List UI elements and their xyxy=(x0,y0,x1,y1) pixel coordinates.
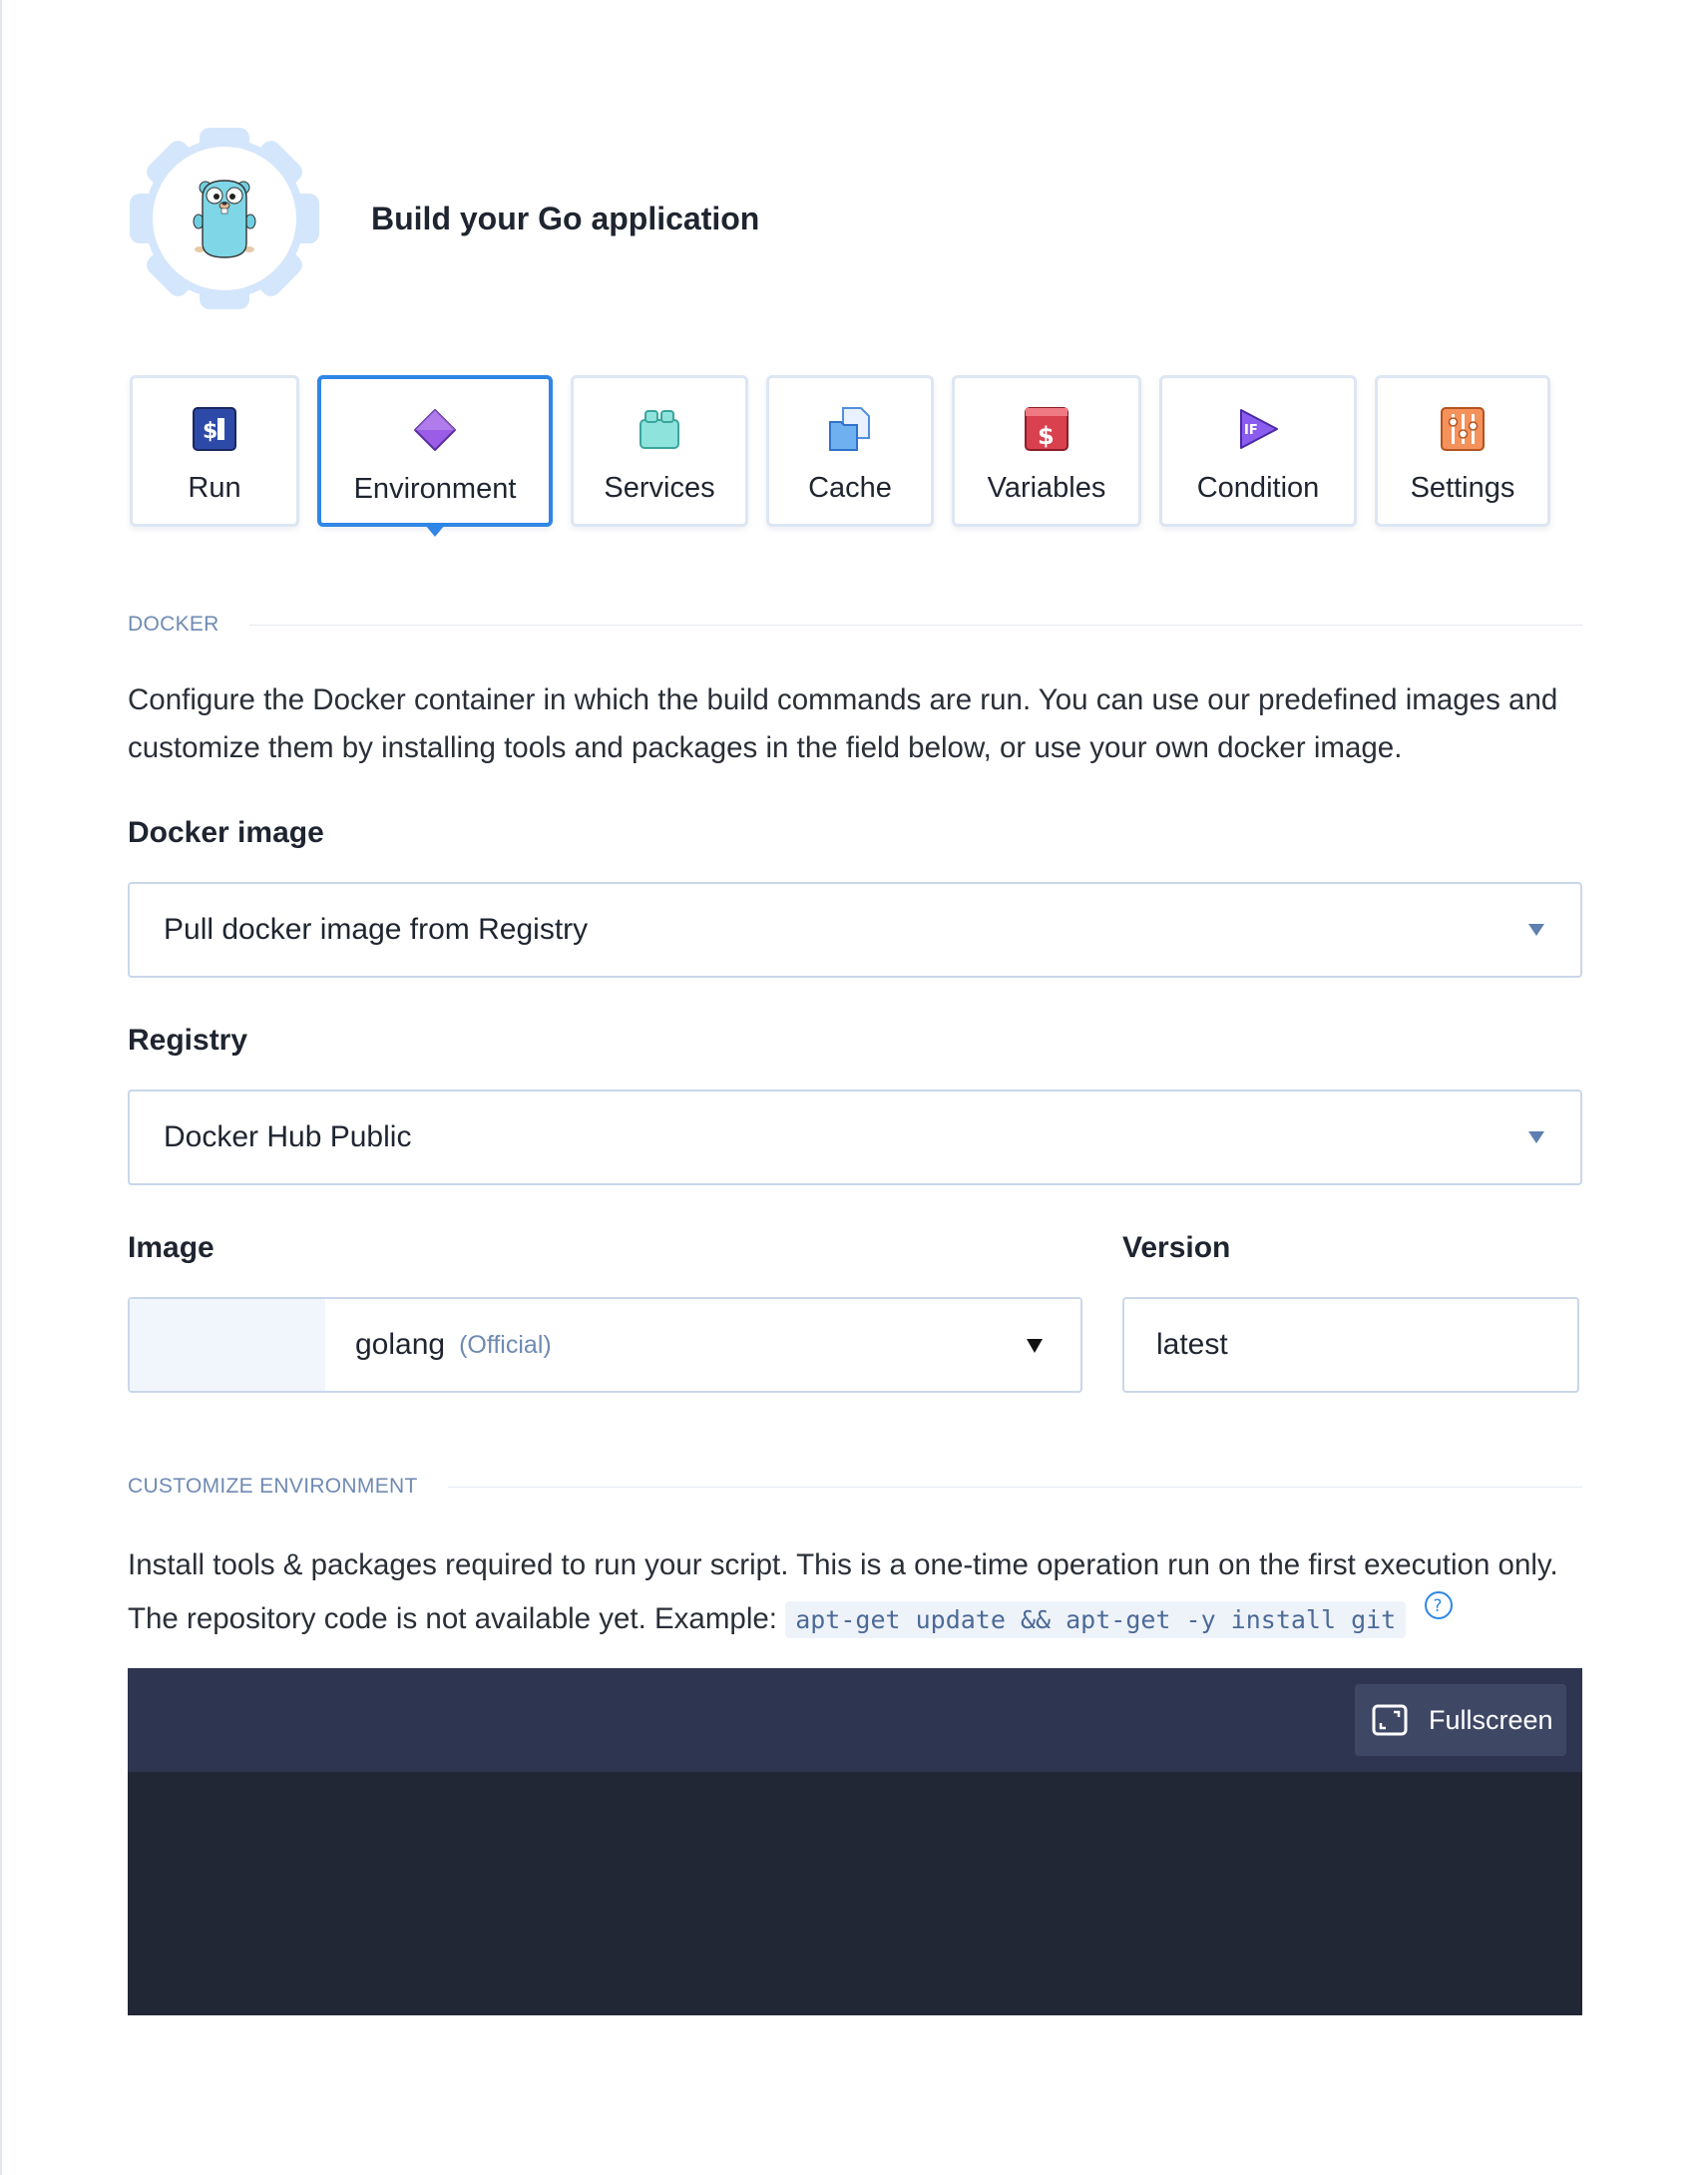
cache-files-icon xyxy=(827,406,873,452)
left-frame-border xyxy=(0,0,2,2175)
run-terminal-icon: $ xyxy=(192,406,237,452)
image-value: golang xyxy=(355,1328,446,1361)
services-blocks-icon xyxy=(637,406,682,452)
dropdown-arrow-icon xyxy=(1027,1339,1043,1353)
image-thumbnail xyxy=(130,1299,325,1391)
version-value: latest xyxy=(1156,1328,1228,1361)
variables-dollar-icon: $ xyxy=(1024,406,1069,452)
svg-text:$: $ xyxy=(1038,422,1055,450)
svg-text:?: ? xyxy=(1434,1596,1443,1616)
customize-description: Install tools & packages required to run… xyxy=(128,1538,1594,1647)
environment-script-editor[interactable]: Fullscreen xyxy=(128,1668,1582,2015)
version-label: Version xyxy=(1122,1231,1231,1264)
customize-section-header: CUSTOMIZE ENVIRONMENT xyxy=(128,1475,1582,1499)
tab-settings[interactable]: Settings xyxy=(1375,375,1550,527)
svg-text:IF: IF xyxy=(1244,423,1258,438)
fullscreen-button[interactable]: Fullscreen xyxy=(1355,1684,1566,1756)
docker-image-label: Docker image xyxy=(128,816,324,849)
tab-condition[interactable]: IF Condition xyxy=(1159,375,1357,527)
docker-image-value: Pull docker image from Registry xyxy=(164,913,589,946)
page-title: Build your Go application xyxy=(371,200,760,236)
docker-section-header: DOCKER xyxy=(128,613,1582,637)
help-question-icon[interactable]: ? xyxy=(1424,1584,1454,1619)
image-label: Image xyxy=(128,1231,214,1264)
example-code: apt-get update && apt-get -y install git xyxy=(785,1601,1407,1638)
tab-variables[interactable]: $ Variables xyxy=(952,375,1141,527)
section-divider xyxy=(447,1486,1582,1488)
registry-value: Docker Hub Public xyxy=(164,1120,412,1153)
image-select[interactable]: golang (Official) xyxy=(128,1297,1082,1393)
section-divider xyxy=(248,624,1582,626)
chevron-down-icon xyxy=(1528,924,1544,936)
registry-select[interactable]: Docker Hub Public xyxy=(128,1089,1582,1185)
pipeline-action-header: Build your Go application xyxy=(128,126,759,311)
version-input[interactable]: latest xyxy=(1122,1297,1579,1393)
fullscreen-label: Fullscreen xyxy=(1429,1704,1553,1735)
tab-cache[interactable]: Cache xyxy=(766,375,934,527)
svg-text:$: $ xyxy=(203,419,217,444)
settings-sliders-icon xyxy=(1440,406,1486,452)
tab-run[interactable]: $ Run xyxy=(130,375,299,527)
customize-description-line2: The repository code is not available yet… xyxy=(128,1591,1594,1647)
fullscreen-icon xyxy=(1372,1704,1408,1736)
registry-label: Registry xyxy=(128,1024,248,1057)
tab-services[interactable]: Services xyxy=(571,375,748,527)
editor-toolbar: Fullscreen xyxy=(128,1668,1582,1772)
condition-if-icon: IF xyxy=(1235,406,1281,452)
image-official-tag: (Official) xyxy=(459,1330,552,1359)
environment-diamond-icon xyxy=(412,407,458,453)
action-tabs: $ Run Environment Services Cache $ Varia… xyxy=(130,375,1550,537)
docker-image-select[interactable]: Pull docker image from Registry xyxy=(128,882,1582,978)
customize-description-line1: Install tools & packages required to run… xyxy=(128,1548,1558,1581)
tab-environment[interactable]: Environment xyxy=(317,375,553,537)
chevron-down-icon xyxy=(1528,1131,1544,1143)
docker-description: Configure the Docker container in which … xyxy=(128,683,1558,764)
gopher-logo-icon xyxy=(128,126,321,311)
